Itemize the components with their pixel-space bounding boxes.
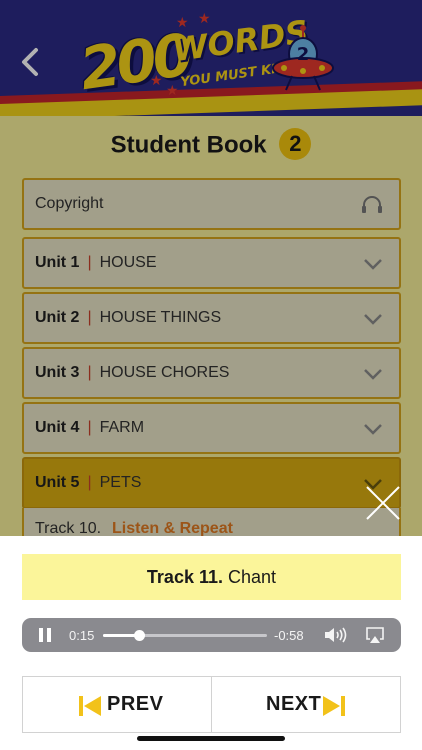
modal-dim-overlay[interactable] [0,0,422,536]
airplay-button[interactable] [365,626,385,644]
volume-button[interactable] [324,626,348,644]
current-track-number: Track 11. [146,567,223,587]
home-indicator[interactable] [137,736,285,741]
close-player-button[interactable] [364,484,402,522]
progress-knob[interactable] [134,630,146,641]
elapsed-time: 0:15 [69,628,95,643]
progress-slider[interactable] [103,630,267,641]
pause-button[interactable] [38,628,52,642]
airplay-icon [366,627,384,643]
prev-label: PREV [107,693,164,715]
volume-icon [325,627,347,643]
prev-track-button[interactable]: PREV [23,677,212,732]
track-navigation: PREV NEXT [22,676,401,733]
next-label: NEXT [266,693,322,715]
skip-next-icon [323,696,345,716]
current-track-title: Track 11. Chant [22,554,401,600]
audio-controls: 0:15 -0:58 [22,618,401,652]
close-icon [366,486,400,520]
current-track-name: Chant [228,567,277,587]
remaining-time: -0:58 [274,628,304,643]
next-track-button[interactable]: NEXT [212,677,401,732]
book-contents-screen: ★ ★ ★ ★ 200 WORDS YOU MUST KNOW! 2 Stude… [0,0,422,536]
skip-previous-icon [79,696,101,716]
